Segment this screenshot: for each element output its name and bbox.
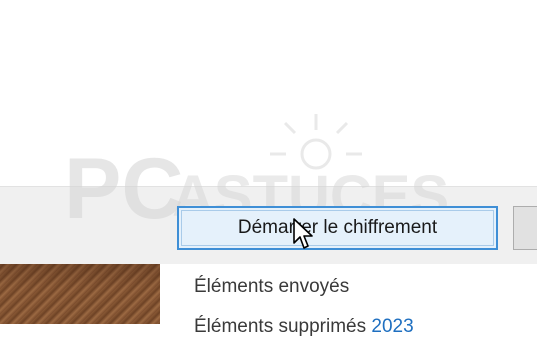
- folder-menu: Éléments envoyés Éléments supprimés 2023: [160, 264, 537, 337]
- menu-item-sent-label: Éléments envoyés: [194, 276, 350, 297]
- dialog-content-area: [0, 0, 537, 186]
- focus-ring: [181, 210, 494, 246]
- thumbnail-image: [0, 264, 160, 324]
- start-encryption-button[interactable]: Démarrer le chiffrement: [177, 206, 498, 250]
- menu-item-deleted-label: Éléments supprimés: [194, 316, 367, 337]
- cancel-button[interactable]: [513, 206, 537, 250]
- menu-item-sent[interactable]: Éléments envoyés: [194, 276, 349, 298]
- mouse-pointer-icon: [293, 218, 313, 249]
- menu-item-deleted[interactable]: Éléments supprimés 2023: [194, 316, 414, 338]
- menu-item-deleted-year: 2023: [371, 316, 414, 337]
